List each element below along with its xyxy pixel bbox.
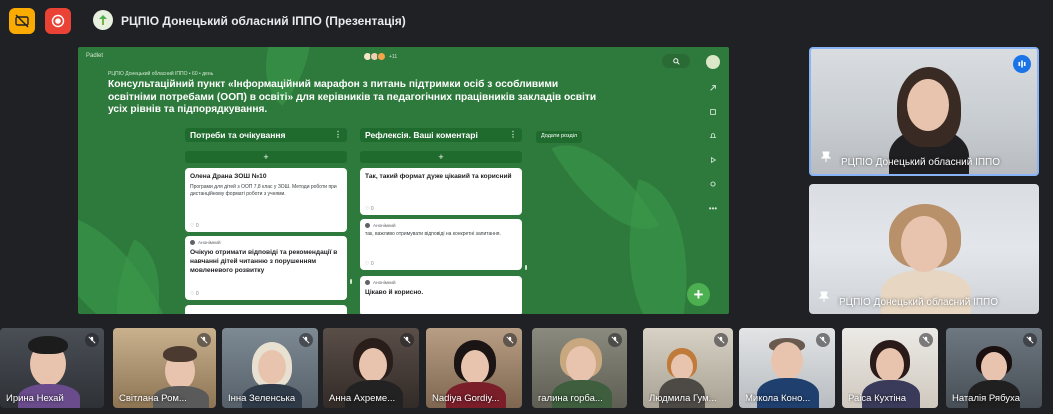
no-caption-icon bbox=[15, 14, 29, 28]
padlet-logo: Padlet bbox=[86, 53, 104, 59]
collaborator-avatars: +11 bbox=[363, 52, 398, 61]
post-author: Анонімний bbox=[190, 240, 342, 245]
board-side-toolbar: ••• bbox=[703, 53, 723, 308]
participant-name: Анна Ахреме... bbox=[329, 393, 396, 404]
mic-off-icon bbox=[1023, 333, 1037, 347]
participant-name: Ирина Нехай bbox=[6, 393, 64, 404]
board-title: Консультаційний пункт «Інформаційний мар… bbox=[108, 79, 597, 116]
mic-off-icon bbox=[714, 333, 728, 347]
meeting-top-bar: РЦПІО Донецький обласний ІППО (Презентац… bbox=[0, 0, 1053, 40]
mic-off-icon bbox=[197, 333, 211, 347]
participant-tile[interactable]: Микола Коно... bbox=[739, 328, 835, 408]
organization-logo-icon bbox=[93, 10, 113, 30]
post-author: Анонімний bbox=[365, 280, 517, 285]
mic-off-icon bbox=[608, 333, 622, 347]
like-count[interactable]: ♡ 0 bbox=[190, 223, 199, 229]
participant-tile[interactable]: Інна Зеленська bbox=[222, 328, 318, 408]
column-menu-icon[interactable]: ⋮ bbox=[334, 130, 342, 139]
pin-icon[interactable] bbox=[818, 290, 830, 308]
anonymous-avatar-icon bbox=[365, 223, 370, 228]
participant-tile[interactable]: галина горба... bbox=[532, 328, 627, 408]
participant-tile[interactable]: Раіса Кухтіна bbox=[842, 328, 938, 408]
anonymous-avatar-icon bbox=[365, 280, 370, 285]
settings-icon[interactable] bbox=[706, 177, 720, 191]
participant-tile[interactable]: Людмила Гум... bbox=[643, 328, 733, 408]
column-header-reflection[interactable]: Рефлексія. Ваші коментарі ⋮ bbox=[360, 128, 522, 142]
participant-name: Микола Коно... bbox=[745, 393, 811, 404]
post-card[interactable]: Так, такий формат дуже цікавий та корисн… bbox=[360, 168, 522, 215]
participant-name: галина горба... bbox=[538, 393, 603, 404]
remake-icon[interactable] bbox=[706, 105, 720, 119]
pin-icon[interactable] bbox=[820, 150, 832, 168]
participant-tile[interactable]: Анна Ахреме... bbox=[323, 328, 419, 408]
speaker-tile[interactable]: РЦПІО Донецький обласний ІППО bbox=[809, 184, 1039, 314]
board-breadcrumb: РЦПІО Донецький обласний ІППО • 60 • ден… bbox=[108, 71, 214, 77]
shared-screen-padlet: Padlet +11 РЦПІО Донецький обласний ІППО… bbox=[78, 47, 729, 314]
mic-off-icon bbox=[400, 333, 414, 347]
add-post-button[interactable]: + bbox=[360, 151, 522, 163]
meeting-title: РЦПІО Донецький обласний ІППО (Презентац… bbox=[121, 14, 406, 28]
board-search-button[interactable] bbox=[662, 54, 690, 68]
participant-name: Інна Зеленська bbox=[228, 393, 296, 404]
bell-icon[interactable] bbox=[706, 129, 720, 143]
mic-off-icon bbox=[85, 333, 99, 347]
speaking-indicator-icon bbox=[1013, 55, 1031, 73]
share-icon[interactable] bbox=[706, 81, 720, 95]
slideshow-icon[interactable] bbox=[706, 153, 720, 167]
post-card[interactable]: Анонімний Очікую отримати відповіді та р… bbox=[185, 236, 347, 300]
post-card[interactable]: Анонімний так, важливо отримувати відпов… bbox=[360, 219, 522, 270]
participant-name: Раіса Кухтіна bbox=[848, 393, 907, 404]
mic-off-icon bbox=[503, 333, 517, 347]
speaker-tile-active[interactable]: РЦПІО Донецький обласний ІППО bbox=[809, 47, 1039, 176]
like-count[interactable]: ♡ 0 bbox=[365, 261, 374, 267]
add-section-button[interactable]: Додати розділ bbox=[536, 131, 583, 143]
column-scrollbar[interactable] bbox=[525, 265, 527, 270]
stop-presenting-button[interactable] bbox=[45, 8, 71, 34]
stop-present-icon bbox=[51, 14, 65, 28]
mic-off-icon bbox=[816, 333, 830, 347]
participant-tile[interactable]: Наталія Рябуха bbox=[946, 328, 1042, 408]
mic-off-icon bbox=[299, 333, 313, 347]
avatar bbox=[377, 52, 386, 61]
participant-name: Світлана Ром... bbox=[119, 393, 187, 404]
participant-name: Людмила Гум... bbox=[649, 393, 717, 404]
participant-name: Nadiya Gordiy... bbox=[432, 393, 500, 404]
column-header-needs[interactable]: Потреби та очікування ⋮ bbox=[185, 128, 347, 142]
add-post-fab[interactable]: + bbox=[687, 283, 710, 306]
speaker-name: РЦПІО Донецький обласний ІППО bbox=[841, 157, 1001, 168]
collaborators-more-count: +11 bbox=[389, 53, 398, 60]
profile-avatar[interactable] bbox=[706, 55, 720, 69]
post-card[interactable] bbox=[185, 305, 347, 314]
anonymous-avatar-icon bbox=[190, 240, 195, 245]
search-icon bbox=[672, 57, 680, 65]
post-author: Анонімний bbox=[365, 223, 517, 228]
column-menu-icon[interactable]: ⋮ bbox=[509, 130, 517, 139]
more-options-icon[interactable]: ••• bbox=[706, 201, 720, 215]
add-post-button[interactable]: + bbox=[185, 151, 347, 163]
participant-tile[interactable]: Ирина Нехай bbox=[0, 328, 104, 408]
participant-tile[interactable]: Nadiya Gordiy... bbox=[426, 328, 522, 408]
column-scrollbar[interactable] bbox=[350, 279, 352, 284]
captions-off-button[interactable] bbox=[9, 8, 35, 34]
like-count[interactable]: ♡ 0 bbox=[365, 206, 374, 212]
mic-off-icon bbox=[919, 333, 933, 347]
participant-tile[interactable]: Світлана Ром... bbox=[113, 328, 216, 408]
post-card[interactable]: Олена Драна ЗОШ №10 Програми для дітей з… bbox=[185, 168, 347, 232]
post-card[interactable]: Анонімний Цікаво й корисно. bbox=[360, 276, 522, 314]
like-count[interactable]: ♡ 0 bbox=[190, 291, 199, 297]
participant-name: Наталія Рябуха bbox=[952, 393, 1020, 404]
speaker-name: РЦПІО Донецький обласний ІППО bbox=[839, 297, 999, 308]
